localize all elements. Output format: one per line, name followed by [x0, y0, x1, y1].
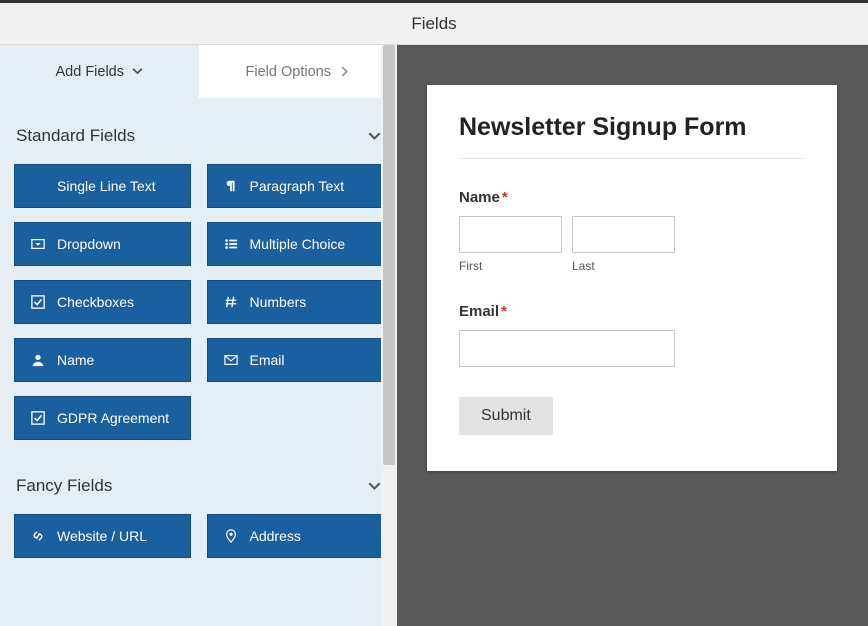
list-icon: [224, 237, 238, 251]
workspace: Add Fields Field Options Standard Fields…: [0, 45, 868, 626]
section-standard-header[interactable]: Standard Fields: [14, 98, 383, 164]
field-label: Multiple Choice: [250, 236, 346, 252]
field-label: Email: [250, 352, 285, 368]
tab-field-options-label: Field Options: [246, 64, 331, 80]
field-label: Address: [250, 528, 301, 544]
email-label: Email*: [459, 303, 805, 320]
last-name-input[interactable]: [572, 216, 675, 253]
chevron-down-icon: [368, 130, 381, 143]
field-row-email[interactable]: Email*: [459, 303, 805, 367]
field-address[interactable]: Address: [207, 514, 384, 558]
text-cursor-icon: [31, 179, 45, 193]
form-title: Newsletter Signup Form: [459, 113, 805, 158]
tab-add-fields[interactable]: Add Fields: [0, 45, 199, 98]
field-label: Website / URL: [57, 528, 147, 544]
field-numbers[interactable]: Numbers: [207, 280, 384, 324]
paragraph-icon: [224, 179, 238, 193]
tab-field-options[interactable]: Field Options: [199, 45, 398, 98]
divider: [459, 158, 805, 159]
form-preview: Newsletter Signup Form Name* First Last: [427, 85, 837, 471]
field-email[interactable]: Email: [207, 338, 384, 382]
tab-add-fields-label: Add Fields: [55, 64, 124, 80]
name-label-text: Name: [459, 189, 500, 206]
field-label: GDPR Agreement: [57, 410, 169, 426]
scrollbar-thumb[interactable]: [383, 45, 395, 465]
section-fancy-header[interactable]: Fancy Fields: [14, 448, 383, 514]
required-mark: *: [502, 189, 508, 206]
chevron-down-icon: [132, 66, 143, 77]
section-fancy-title: Fancy Fields: [16, 476, 112, 496]
field-label: Dropdown: [57, 236, 121, 252]
field-multiple-choice[interactable]: Multiple Choice: [207, 222, 384, 266]
field-label: Single Line Text: [57, 178, 156, 194]
link-icon: [31, 529, 45, 543]
required-mark: *: [501, 303, 507, 320]
field-name[interactable]: Name: [14, 338, 191, 382]
map-pin-icon: [224, 529, 238, 543]
tabs: Add Fields Field Options: [0, 45, 397, 98]
hash-icon: [224, 295, 238, 309]
field-gdpr-agreement[interactable]: GDPR Agreement: [14, 396, 191, 440]
email-input[interactable]: [459, 330, 675, 367]
preview-panel: Newsletter Signup Form Name* First Last: [397, 45, 868, 626]
field-row-name[interactable]: Name* First Last: [459, 189, 805, 273]
section-fancy: Fancy Fields Website / URL Address: [0, 448, 397, 566]
field-website-url[interactable]: Website / URL: [14, 514, 191, 558]
checkbox-icon: [31, 295, 45, 309]
window-title: Fields: [0, 3, 868, 45]
field-label: Checkboxes: [57, 294, 134, 310]
name-label: Name*: [459, 189, 805, 206]
section-standard-title: Standard Fields: [16, 126, 135, 146]
first-sublabel: First: [459, 259, 562, 273]
field-checkboxes[interactable]: Checkboxes: [14, 280, 191, 324]
checkbox-icon: [31, 411, 45, 425]
dropdown-icon: [31, 237, 45, 251]
first-name-input[interactable]: [459, 216, 562, 253]
user-icon: [31, 353, 45, 367]
last-sublabel: Last: [572, 259, 675, 273]
section-standard: Standard Fields Single Line Text Paragra…: [0, 98, 397, 448]
left-panel: Add Fields Field Options Standard Fields…: [0, 45, 397, 626]
field-dropdown[interactable]: Dropdown: [14, 222, 191, 266]
field-label: Paragraph Text: [250, 178, 345, 194]
chevron-right-icon: [339, 66, 350, 77]
chevron-down-icon: [368, 480, 381, 493]
field-single-line-text[interactable]: Single Line Text: [14, 164, 191, 208]
field-label: Name: [57, 352, 94, 368]
field-paragraph-text[interactable]: Paragraph Text: [207, 164, 384, 208]
email-label-text: Email: [459, 303, 499, 320]
scrollbar[interactable]: [381, 45, 397, 626]
submit-button[interactable]: Submit: [459, 397, 553, 435]
envelope-icon: [224, 353, 238, 367]
field-label: Numbers: [250, 294, 307, 310]
